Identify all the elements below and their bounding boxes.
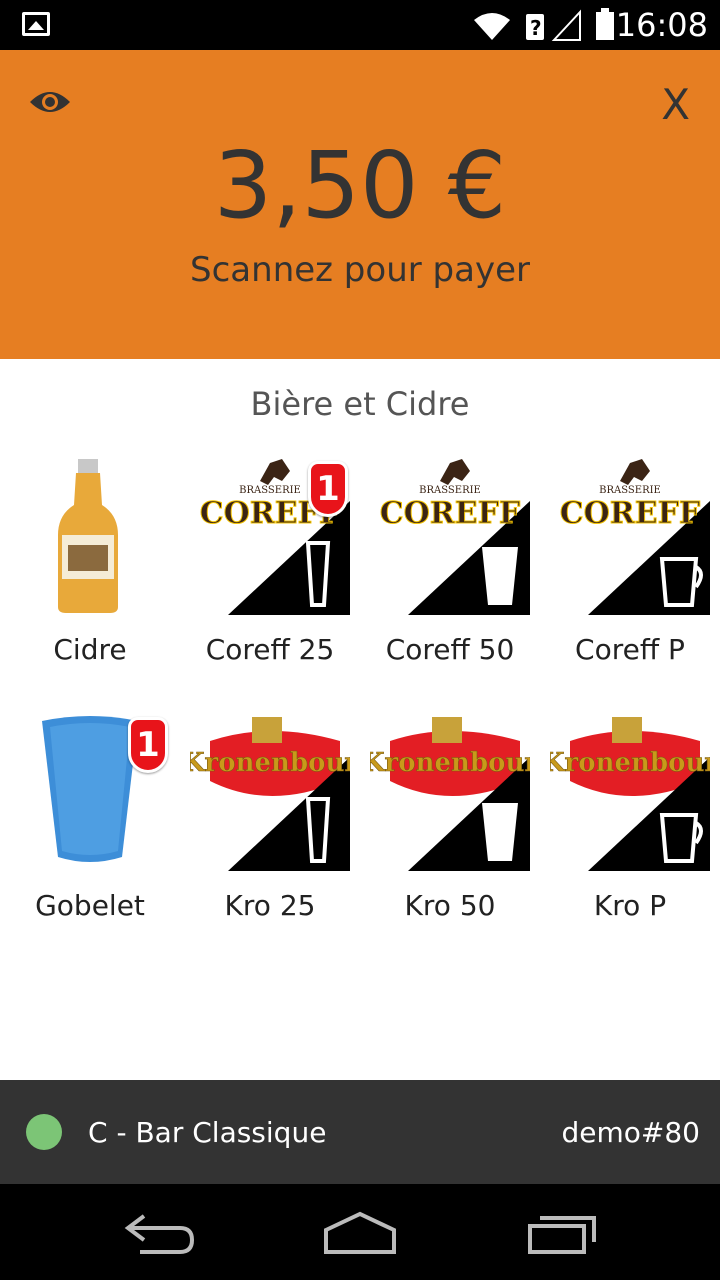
product-kro-25[interactable]: Kronenbour Kro 25 — [180, 711, 360, 951]
category-title: Bière et Cidre — [250, 385, 470, 423]
product-label: Kro 50 — [404, 889, 496, 922]
coreff-pitcher-image: BRASSERIE COREFF — [550, 455, 710, 615]
product-grid: Bière et Cidre Cidre BRASSERIE COREFF 1 … — [0, 359, 720, 1080]
clock: 16:08 — [615, 6, 708, 44]
svg-text:BRASSERIE: BRASSERIE — [239, 485, 301, 496]
svg-text:BRASSERIE: BRASSERIE — [419, 485, 481, 496]
product-label: Gobelet — [35, 889, 145, 922]
product-label: Kro 25 — [224, 889, 316, 922]
terminal-status-bar: C - Bar Classique demo#80 — [0, 1080, 720, 1184]
product-label: Cidre — [53, 633, 127, 666]
quantity-badge: 1 — [308, 461, 348, 517]
payment-header: X 3,50 € Scannez pour payer — [0, 50, 720, 359]
product-coreff-p[interactable]: BRASSERIE COREFF Coreff P — [540, 455, 720, 695]
product-kro-50[interactable]: Kronenbour Kro 50 — [360, 711, 540, 951]
product-kro-p[interactable]: Kronenbour Kro P — [540, 711, 720, 951]
wifi-icon — [474, 13, 510, 40]
svg-text:COREFF: COREFF — [560, 496, 700, 531]
payment-amount: 3,50 € — [213, 132, 507, 239]
home-icon[interactable] — [320, 1204, 400, 1260]
product-label: Coreff 25 — [205, 633, 335, 666]
quantity-badge: 1 — [128, 717, 168, 773]
cider-bottle-image — [58, 459, 118, 613]
kronenbourg-small-glass-image: Kronenbour — [190, 711, 350, 871]
product-coreff-50[interactable]: BRASSERIE COREFF Coreff 50 — [360, 455, 540, 695]
product-label: Coreff P — [575, 633, 685, 666]
product-cidre[interactable]: Cidre — [0, 455, 180, 695]
product-label: Coreff 50 — [385, 633, 515, 666]
svg-text:Kronenbour: Kronenbour — [370, 748, 530, 778]
image-notification-icon — [22, 12, 50, 36]
bar-name: C - Bar Classique — [88, 1116, 327, 1149]
status-bar: ? 16:08 — [0, 0, 720, 50]
connection-status-dot — [26, 1114, 62, 1150]
battery-icon — [596, 8, 614, 40]
svg-text:BRASSERIE: BRASSERIE — [599, 485, 661, 496]
status-icons: ? — [474, 8, 614, 41]
back-icon[interactable] — [120, 1204, 200, 1260]
device-id: demo#80 — [561, 1116, 701, 1149]
kronenbourg-pitcher-image: Kronenbour — [550, 711, 710, 871]
coreff-pint-glass-image: BRASSERIE COREFF — [370, 455, 530, 615]
product-gobelet[interactable]: 1 Gobelet — [0, 711, 180, 951]
signal-unknown-icon: ? — [526, 9, 581, 41]
product-coreff-25[interactable]: BRASSERIE COREFF 1 Coreff 25 — [180, 455, 360, 695]
close-button[interactable]: X — [661, 80, 690, 129]
svg-text:COREFF: COREFF — [380, 496, 520, 531]
svg-text:Kronenbour: Kronenbour — [550, 748, 710, 778]
svg-text:Kronenbour: Kronenbour — [190, 748, 350, 778]
svg-text:?: ? — [530, 16, 542, 40]
payment-instruction: Scannez pour payer — [190, 250, 530, 290]
eye-icon[interactable] — [28, 88, 72, 116]
recent-apps-icon[interactable] — [522, 1204, 602, 1260]
kronenbourg-pint-glass-image: Kronenbour — [370, 711, 530, 871]
product-label: Kro P — [593, 889, 667, 922]
navigation-bar — [0, 1184, 720, 1280]
